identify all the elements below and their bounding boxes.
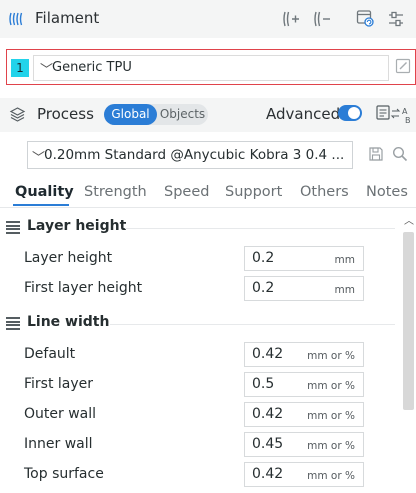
input-value: 0.2 (252, 250, 275, 266)
first-layer-height-input[interactable]: 0.2 mm (244, 276, 364, 301)
sync-settings-icon[interactable] (356, 9, 374, 27)
section-divider (110, 324, 395, 325)
add-filament-icon[interactable] (282, 10, 300, 28)
list-icon (6, 221, 20, 234)
edit-icon[interactable] (395, 58, 411, 74)
svg-text:B: B (405, 116, 411, 125)
filament-header: Filament (0, 0, 416, 38)
unit-label: mm or % (307, 470, 355, 482)
tab-quality[interactable]: Quality (15, 184, 74, 200)
toggle-knob (348, 107, 360, 119)
filament-preset-select[interactable]: ﹀ Generic TPU (33, 55, 389, 81)
top-surface-line-width-input[interactable]: 0.42 mm or % (244, 462, 364, 487)
input-value: 0.2 (252, 280, 275, 296)
process-preset-value: 0.20mm Standard @Anycubic Kobra 3 0.4 ..… (44, 147, 345, 163)
process-title: Process (37, 105, 94, 123)
scroll-up-arrow-icon[interactable]: ︿ (404, 212, 414, 227)
section-divider (125, 228, 395, 229)
option-label-outer-wall: Outer wall (24, 406, 97, 422)
unit-label: mm or % (307, 350, 355, 362)
sliders-icon[interactable] (387, 10, 405, 28)
tab-others[interactable]: Others (300, 184, 349, 200)
option-label-top-surface: Top surface (24, 466, 104, 482)
tabs-divider (0, 207, 416, 208)
inner-wall-line-width-input[interactable]: 0.45 mm or % (244, 432, 364, 457)
option-label-layer-height: Layer height (24, 250, 113, 266)
process-preset-select[interactable]: ﹀ 0.20mm Standard @Anycubic Kobra 3 0.4 … (27, 141, 353, 169)
tab-strength[interactable]: Strength (84, 184, 147, 200)
input-value: 0.45 (252, 436, 284, 452)
active-tab-indicator (13, 204, 69, 206)
layers-icon (9, 107, 26, 122)
search-icon[interactable] (392, 146, 408, 162)
global-objects-switch: Global Objects (104, 104, 208, 125)
filament-spool-icon (9, 12, 23, 26)
input-value: 0.5 (252, 376, 275, 392)
list-icon (6, 317, 20, 330)
remove-filament-icon[interactable] (313, 10, 331, 28)
filament-preset-value: Generic TPU (52, 60, 132, 75)
advanced-toggle[interactable] (338, 105, 362, 121)
section-title-layer-height: Layer height (27, 218, 127, 234)
input-value: 0.42 (252, 466, 284, 482)
outer-wall-line-width-input[interactable]: 0.42 mm or % (244, 402, 364, 427)
section-title-line-width: Line width (27, 314, 110, 330)
tab-support[interactable]: Support (225, 184, 282, 200)
unit-label: mm or % (307, 410, 355, 422)
segment-objects[interactable]: Objects (157, 104, 208, 125)
advanced-label: Advanced (266, 105, 341, 123)
first-layer-line-width-input[interactable]: 0.5 mm or % (244, 372, 364, 397)
save-icon[interactable] (368, 146, 384, 162)
tab-notes[interactable]: Notes (366, 184, 408, 200)
option-label-first-layer-height: First layer height (24, 280, 143, 296)
tab-speed[interactable]: Speed (164, 184, 209, 200)
filament-slot-badge[interactable]: 1 (11, 59, 29, 77)
unit-label: mm (334, 284, 355, 296)
option-label-first-layer: First layer (24, 376, 94, 392)
input-value: 0.42 (252, 406, 284, 422)
default-line-width-input[interactable]: 0.42 mm or % (244, 342, 364, 367)
input-value: 0.42 (252, 346, 284, 362)
unit-label: mm (334, 254, 355, 266)
option-label-default: Default (24, 346, 76, 362)
unit-label: mm or % (307, 380, 355, 392)
option-label-inner-wall: Inner wall (24, 436, 93, 452)
unit-label: mm or % (307, 440, 355, 452)
segment-global[interactable]: Global (104, 104, 157, 125)
filament-row: 1 ﹀ Generic TPU (6, 49, 416, 85)
compare-presets-icon[interactable]: A B (376, 104, 412, 126)
filament-title: Filament (35, 9, 100, 27)
layer-height-input[interactable]: 0.2 mm (244, 246, 364, 271)
svg-text:A: A (402, 107, 408, 116)
scrollbar-thumb[interactable] (403, 232, 414, 410)
